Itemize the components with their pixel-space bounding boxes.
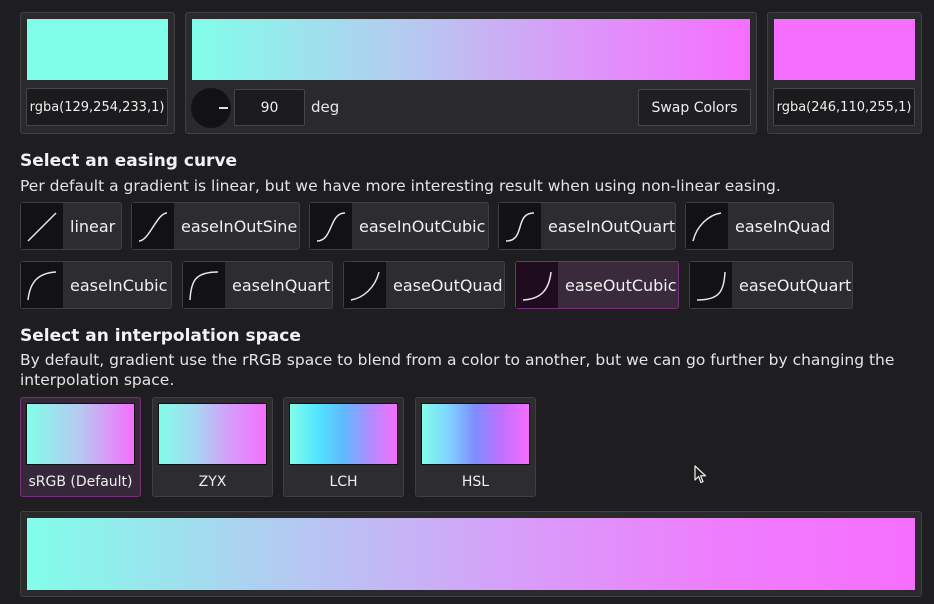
lch-gradient-preview — [289, 403, 398, 465]
interpolation-option-srgb[interactable]: sRGB (Default) — [20, 397, 141, 497]
ease-out-quad-curve-icon — [344, 262, 386, 308]
start-color-swatch[interactable] — [27, 19, 168, 80]
gradient-preview — [192, 19, 750, 80]
easing-option-label: easeInOutCubic — [359, 216, 486, 236]
ease-in-out-sine-curve-icon — [132, 203, 174, 249]
easing-option-easeoutcubic[interactable]: easeOutCubic — [515, 261, 679, 309]
start-color-panel: rgba(129,254,233,1) — [20, 12, 175, 134]
easing-option-label: easeInCubic — [70, 275, 168, 295]
easing-option-easeincubic[interactable]: easeInCubic — [20, 261, 172, 309]
start-color-input[interactable]: rgba(129,254,233,1) — [26, 88, 168, 126]
easing-option-easeinoutcubic[interactable]: easeInOutCubic — [309, 202, 489, 250]
easing-section-title: Select an easing curve — [20, 151, 238, 171]
easing-option-linear[interactable]: linear — [20, 202, 122, 250]
angle-dial-needle — [219, 107, 228, 109]
easing-option-label: easeInOutSine — [181, 216, 298, 236]
swap-colors-button[interactable]: Swap Colors — [638, 89, 751, 126]
angle-controls: 90 deg Swap Colors — [186, 83, 756, 133]
easing-section-description: Per default a gradient is linear, but we… — [20, 177, 781, 195]
ease-in-out-quart-curve-icon — [499, 203, 541, 249]
easing-option-label: easeInQuad — [735, 216, 831, 236]
interpolation-option-label: ZYX — [198, 474, 227, 490]
easing-option-label: easeOutQuad — [393, 275, 503, 295]
hsl-gradient-preview — [421, 403, 530, 465]
interpolation-option-label: HSL — [461, 474, 490, 490]
interpolation-description-line1: By default, gradient use the rRGB space … — [20, 351, 895, 369]
end-color-swatch[interactable] — [774, 19, 915, 80]
angle-unit-label: deg — [311, 98, 340, 116]
easing-option-label: easeInOutQuart — [548, 216, 676, 236]
easing-option-label: easeOutQuart — [739, 275, 852, 295]
result-gradient-preview — [27, 518, 915, 590]
linear-curve-icon — [21, 203, 63, 249]
easing-option-easeoutquad[interactable]: easeOutQuad — [343, 261, 505, 309]
end-color-input[interactable]: rgba(246,110,255,1) — [773, 88, 915, 126]
easing-option-label: easeOutCubic — [565, 275, 677, 295]
easing-option-easeinquart[interactable]: easeInQuart — [182, 261, 333, 309]
interpolation-section-title: Select an interpolation space — [20, 326, 301, 346]
ease-in-quad-curve-icon — [686, 203, 728, 249]
interpolation-option-zyx[interactable]: ZYX — [152, 397, 273, 497]
easing-option-easeinoutsine[interactable]: easeInOutSine — [131, 202, 300, 250]
ease-out-quart-curve-icon — [690, 262, 732, 308]
interpolation-option-hsl[interactable]: HSL — [415, 397, 536, 497]
ease-in-cubic-curve-icon — [21, 262, 63, 308]
end-color-panel: rgba(246,110,255,1) — [767, 12, 922, 134]
easing-option-easeinquad[interactable]: easeInQuad — [685, 202, 834, 250]
ease-in-out-cubic-curve-icon — [310, 203, 352, 249]
interpolation-option-lch[interactable]: LCH — [283, 397, 404, 497]
interpolation-description-line2: interpolation space. — [20, 371, 175, 389]
interpolation-option-label: sRGB (Default) — [28, 474, 133, 490]
result-gradient-panel — [20, 511, 922, 597]
easing-option-easeoutquart[interactable]: easeOutQuart — [689, 261, 853, 309]
interpolation-option-label: LCH — [329, 474, 358, 490]
easing-option-label: linear — [70, 216, 116, 236]
ease-out-cubic-curve-icon — [516, 262, 558, 308]
gradient-control-panel: 90 deg Swap Colors — [185, 12, 757, 134]
easing-option-easeinoutquart[interactable]: easeInOutQuart — [498, 202, 676, 250]
srgb-gradient-preview — [26, 403, 135, 465]
mouse-pointer-icon — [694, 465, 707, 484]
ease-in-quart-curve-icon — [183, 262, 225, 308]
easing-option-label: easeInQuart — [232, 275, 331, 295]
zyx-gradient-preview — [158, 403, 267, 465]
angle-input[interactable]: 90 — [234, 89, 305, 126]
